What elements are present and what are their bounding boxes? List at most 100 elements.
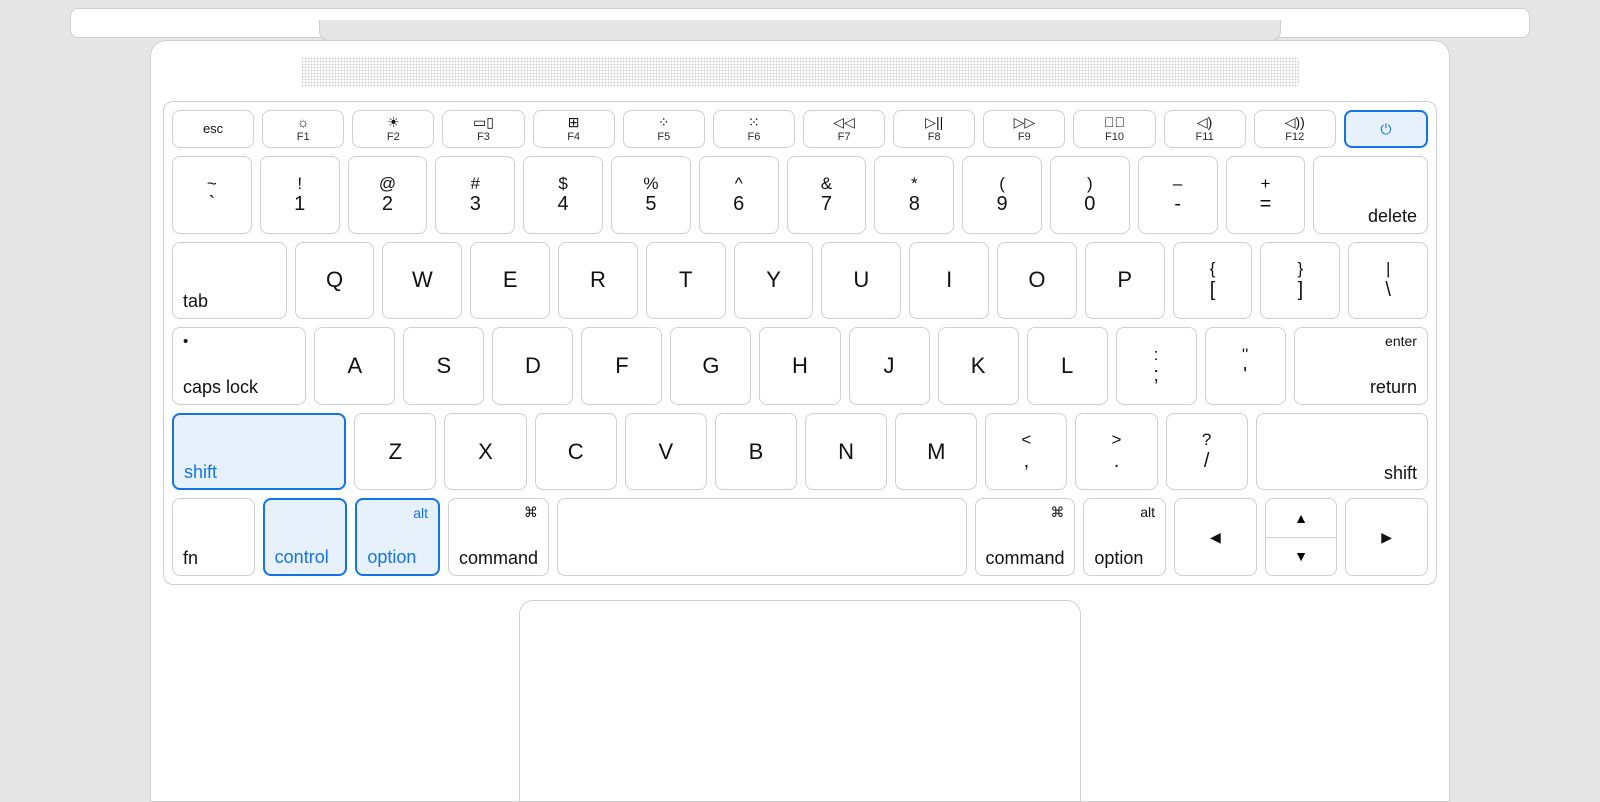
space-key[interactable] <box>557 498 967 576</box>
lbracket-key[interactable]: {[ <box>1173 242 1253 320</box>
f11-key-icon: ◁) <box>1197 115 1212 129</box>
option-left-key[interactable]: optionalt <box>355 498 440 576</box>
f2-key-icon: ☀ <box>387 115 400 129</box>
9-key[interactable]: (9 <box>962 156 1042 234</box>
f4-key[interactable]: ⊞F4 <box>533 110 615 148</box>
g-key[interactable]: G <box>670 327 751 405</box>
e-key[interactable]: E <box>470 242 550 320</box>
shift-row: shiftZXCVBNM<,>.?/shift <box>172 413 1428 491</box>
q-key[interactable]: Q <box>295 242 375 320</box>
keyboard: esc☼F1☀F2▭▯F3⊞F4⁘F5⁙F6◁◁F7▷||F8▷▷F9◁⃠F10… <box>163 101 1437 585</box>
trackpad[interactable] <box>519 600 1081 801</box>
3-key[interactable]: #3 <box>435 156 515 234</box>
a-key[interactable]: A <box>314 327 395 405</box>
option-right-key[interactable]: optionalt <box>1083 498 1166 576</box>
backtick-key[interactable]: ~` <box>172 156 252 234</box>
y-key[interactable]: Y <box>734 242 814 320</box>
r-key[interactable]: R <box>558 242 638 320</box>
f-key[interactable]: F <box>581 327 662 405</box>
power-key-icon: ⏻ <box>1380 122 1391 136</box>
6-key[interactable]: ^6 <box>699 156 779 234</box>
arrow-right-key[interactable]: ▶ <box>1345 498 1428 576</box>
8-key[interactable]: *8 <box>874 156 954 234</box>
f10-key[interactable]: ◁⃠F10 <box>1073 110 1155 148</box>
f3-key-icon: ▭▯ <box>473 115 494 129</box>
h-key[interactable]: H <box>759 327 840 405</box>
equals-key[interactable]: += <box>1226 156 1306 234</box>
capslock-key[interactable]: caps lock• <box>172 327 306 405</box>
t-key[interactable]: T <box>646 242 726 320</box>
fn-key[interactable]: fn <box>172 498 255 576</box>
f5-key[interactable]: ⁘F5 <box>623 110 705 148</box>
arrow-up-key[interactable]: ▲ <box>1265 498 1338 536</box>
f7-key[interactable]: ◁◁F7 <box>803 110 885 148</box>
speaker-grille <box>301 57 1299 87</box>
command-right-key[interactable]: command⌘ <box>975 498 1076 576</box>
power-key[interactable]: ⏻ <box>1344 110 1428 148</box>
function-row: esc☼F1☀F2▭▯F3⊞F4⁘F5⁙F6◁◁F7▷||F8▷▷F9◁⃠F10… <box>172 110 1428 148</box>
i-key[interactable]: I <box>909 242 989 320</box>
w-key[interactable]: W <box>382 242 462 320</box>
u-key[interactable]: U <box>821 242 901 320</box>
j-key[interactable]: J <box>849 327 930 405</box>
f12-key[interactable]: ◁))F12 <box>1254 110 1336 148</box>
f2-key[interactable]: ☀F2 <box>352 110 434 148</box>
command-left-key[interactable]: command⌘ <box>448 498 549 576</box>
arrow-down-key[interactable]: ▼ <box>1265 537 1338 576</box>
hinge-notch <box>319 20 1281 41</box>
1-key[interactable]: !1 <box>260 156 340 234</box>
arrow-left-key[interactable]: ◀ <box>1174 498 1257 576</box>
f8-key-icon: ▷|| <box>925 115 943 129</box>
c-key[interactable]: C <box>535 413 617 491</box>
f10-key-icon: ◁⃠ <box>1104 115 1125 129</box>
shift-right-key[interactable]: shift <box>1256 413 1428 491</box>
semicolon-key[interactable]: :; <box>1116 327 1197 405</box>
s-key[interactable]: S <box>403 327 484 405</box>
rbracket-key[interactable]: }] <box>1260 242 1340 320</box>
7-key[interactable]: &7 <box>787 156 867 234</box>
return-key[interactable]: returnenter <box>1294 327 1428 405</box>
period-key[interactable]: >. <box>1075 413 1157 491</box>
minus-key[interactable]: –- <box>1138 156 1218 234</box>
k-key[interactable]: K <box>938 327 1019 405</box>
f6-key-icon: ⁙ <box>748 115 760 129</box>
b-key[interactable]: B <box>715 413 797 491</box>
number-row: ~`!1@2#3$4%5^6&7*8(9)0–-+=delete <box>172 156 1428 234</box>
slash-key[interactable]: ?/ <box>1166 413 1248 491</box>
d-key[interactable]: D <box>492 327 573 405</box>
arrow-up-down-key[interactable]: ▲▼ <box>1265 498 1338 576</box>
5-key[interactable]: %5 <box>611 156 691 234</box>
x-key[interactable]: X <box>444 413 526 491</box>
p-key[interactable]: P <box>1085 242 1165 320</box>
quote-key[interactable]: ''' <box>1205 327 1286 405</box>
2-key[interactable]: @2 <box>348 156 428 234</box>
f11-key[interactable]: ◁)F11 <box>1164 110 1246 148</box>
f1-key-icon: ☼ <box>297 115 310 129</box>
shift-left-key[interactable]: shift <box>172 413 346 491</box>
control-key[interactable]: control <box>263 498 348 576</box>
delete-key[interactable]: delete <box>1313 156 1428 234</box>
f1-key[interactable]: ☼F1 <box>262 110 344 148</box>
comma-key[interactable]: <, <box>985 413 1067 491</box>
f7-key-icon: ◁◁ <box>833 115 855 129</box>
f9-key[interactable]: ▷▷F9 <box>983 110 1065 148</box>
tab-key[interactable]: tab <box>172 242 287 320</box>
backslash-key[interactable]: |\ <box>1348 242 1428 320</box>
m-key[interactable]: M <box>895 413 977 491</box>
f3-key[interactable]: ▭▯F3 <box>442 110 524 148</box>
v-key[interactable]: V <box>625 413 707 491</box>
home-row: caps lock•ASDFGHJKL:;'''returnenter <box>172 327 1428 405</box>
f12-key-icon: ◁)) <box>1285 115 1305 129</box>
f8-key[interactable]: ▷||F8 <box>893 110 975 148</box>
esc-key[interactable]: esc <box>172 110 254 148</box>
n-key[interactable]: N <box>805 413 887 491</box>
4-key[interactable]: $4 <box>523 156 603 234</box>
f6-key[interactable]: ⁙F6 <box>713 110 795 148</box>
l-key[interactable]: L <box>1027 327 1108 405</box>
f5-key-icon: ⁘ <box>658 115 670 129</box>
qwerty-row: tabQWERTYUIOP{[}]|\ <box>172 242 1428 320</box>
f4-key-icon: ⊞ <box>568 115 580 129</box>
z-key[interactable]: Z <box>354 413 436 491</box>
0-key[interactable]: )0 <box>1050 156 1130 234</box>
o-key[interactable]: O <box>997 242 1077 320</box>
